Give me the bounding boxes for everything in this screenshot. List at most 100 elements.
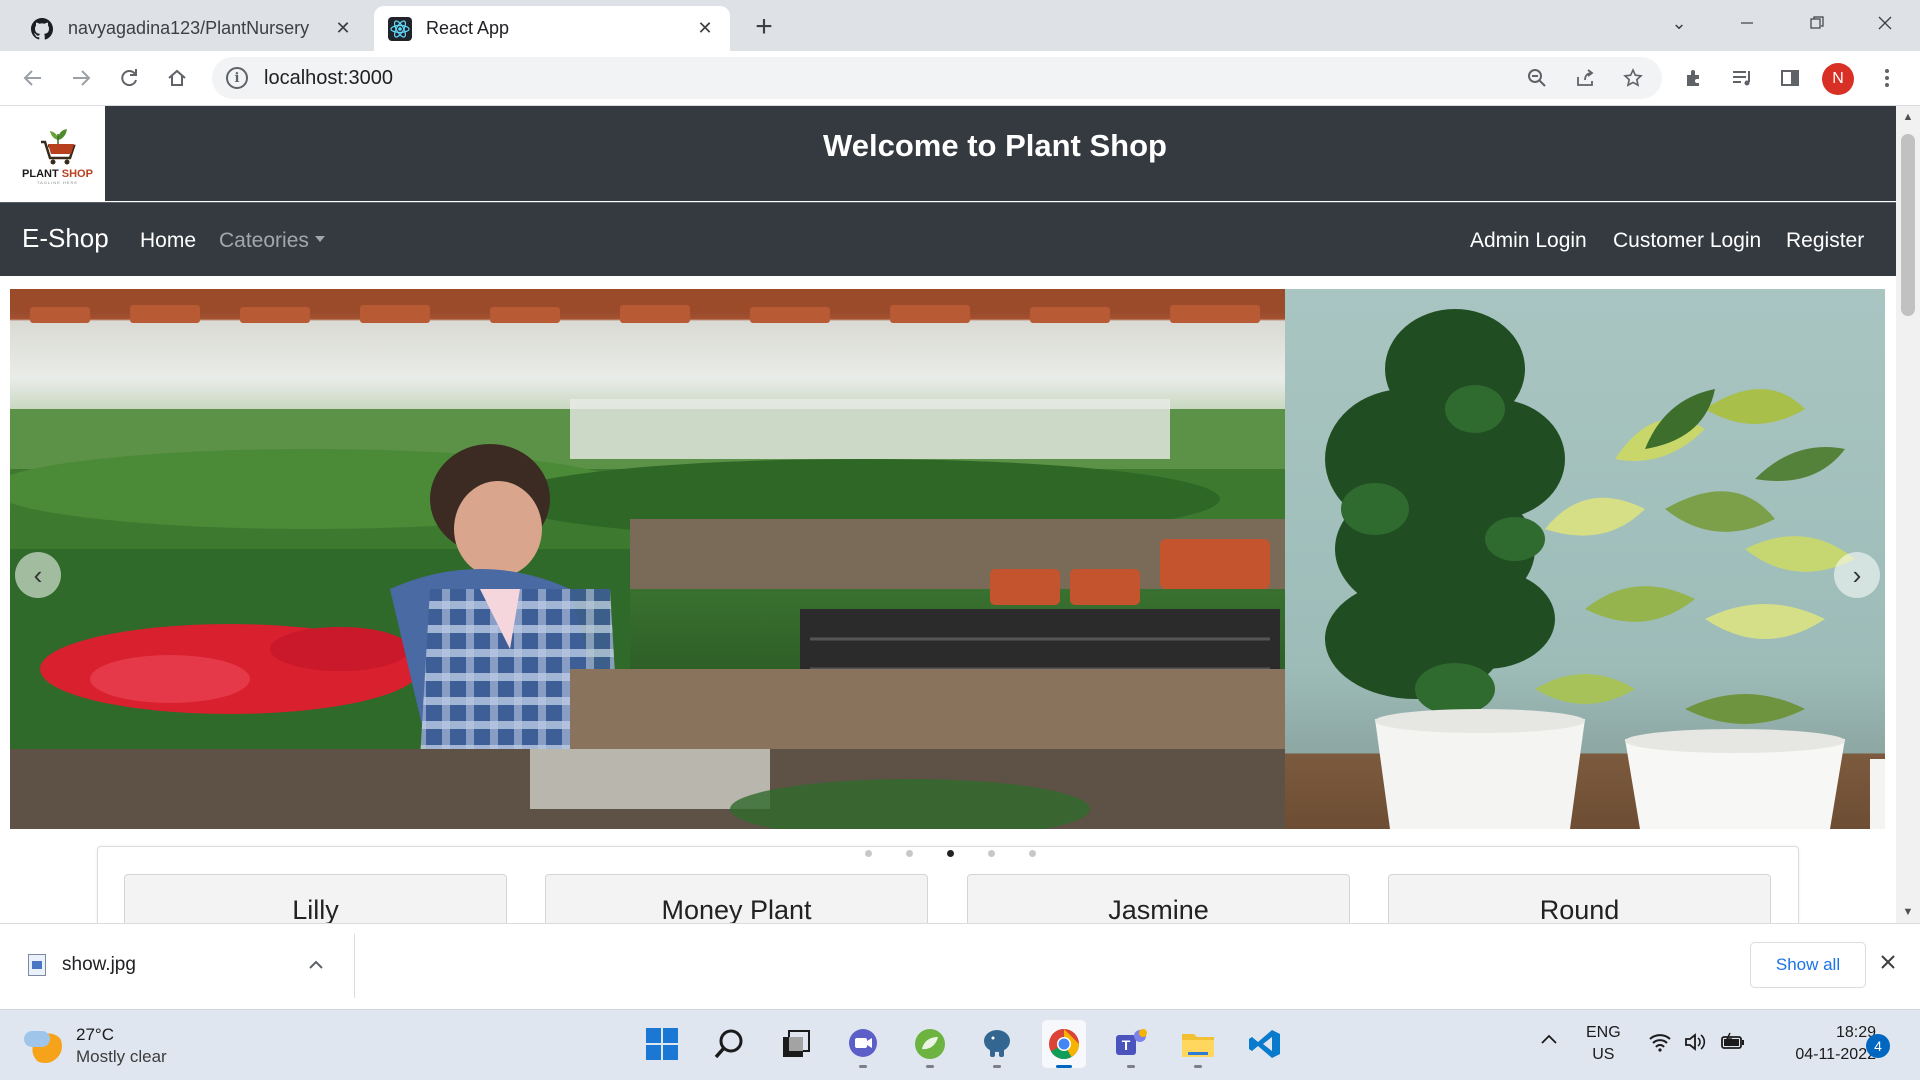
window-close-button[interactable] — [1862, 8, 1908, 38]
tab-react-app[interactable]: React App ✕ — [374, 6, 730, 51]
product-card-money-plant[interactable]: Money Plant — [545, 874, 928, 923]
system-clock[interactable]: 18:29 04-11-2022 — [1766, 1022, 1876, 1066]
folder-icon — [1182, 1034, 1214, 1057]
nav-home-link[interactable]: Home — [140, 229, 196, 253]
show-all-downloads-button[interactable]: Show all — [1750, 942, 1866, 988]
teams-button[interactable]: T — [1109, 1020, 1153, 1068]
divider — [354, 934, 355, 998]
file-explorer-button[interactable] — [1176, 1020, 1220, 1068]
home-button[interactable] — [160, 61, 194, 95]
side-panel-icon[interactable] — [1773, 61, 1807, 95]
running-indicator — [1127, 1065, 1135, 1068]
page-title: Welcome to Plant Shop — [823, 128, 1167, 163]
wifi-icon[interactable] — [1648, 1032, 1672, 1057]
site-info-icon[interactable]: i — [226, 67, 248, 89]
react-icon — [388, 16, 412, 41]
new-tab-button[interactable]: + — [748, 12, 780, 44]
carousel-indicator[interactable] — [906, 850, 913, 857]
vscode-icon — [1249, 1030, 1280, 1058]
image-file-icon — [28, 954, 46, 976]
spring-tool-button[interactable] — [908, 1020, 952, 1068]
language-code: ENG — [1586, 1024, 1621, 1041]
chevron-up-icon[interactable] — [308, 954, 324, 975]
battery-charging-icon[interactable] — [1720, 1032, 1746, 1057]
show-hidden-icons-chevron-icon[interactable] — [1540, 1032, 1558, 1050]
reload-button[interactable] — [112, 61, 146, 95]
scroll-down-arrow-icon[interactable]: ▼ — [1896, 901, 1920, 923]
notification-badge[interactable]: 4 — [1866, 1034, 1890, 1058]
teams-icon: T — [1116, 1029, 1147, 1055]
language-indicator[interactable]: ENG US — [1586, 1022, 1621, 1066]
github-icon — [30, 17, 54, 41]
chat-app-button[interactable] — [841, 1020, 885, 1068]
search-icon — [714, 1029, 743, 1059]
search-button[interactable] — [707, 1020, 751, 1068]
tab-label: navyagadina123/PlantNursery — [68, 18, 310, 38]
carousel-indicator[interactable] — [865, 850, 872, 857]
carousel-next-button[interactable]: › — [1834, 552, 1880, 598]
svg-text:T: T — [1122, 1037, 1131, 1053]
tab-github[interactable]: navyagadina123/PlantNursery ✕ — [16, 6, 368, 51]
running-indicator — [1194, 1065, 1202, 1068]
windows-icon — [646, 1028, 678, 1060]
scroll-up-arrow-icon[interactable]: ▲ — [1896, 106, 1920, 128]
weather-widget[interactable]: 27°C Mostly clear — [24, 1024, 167, 1068]
product-card-title: Money Plant — [661, 895, 812, 923]
navbar-brand[interactable]: E-Shop — [22, 223, 109, 254]
chrome-button[interactable] — [1042, 1020, 1086, 1068]
nav-categories-label: Cateories — [219, 229, 309, 252]
carousel-prev-button[interactable]: ‹ — [15, 552, 61, 598]
product-card-lilly[interactable]: Lilly — [124, 874, 507, 923]
image-carousel[interactable]: ‹ › — [10, 289, 1885, 829]
task-view-button[interactable] — [774, 1020, 818, 1068]
windows-taskbar: 27°C Mostly clear T ENG US 18:29 04-11-2… — [0, 1009, 1920, 1080]
extensions-icon[interactable] — [1677, 61, 1711, 95]
minimize-button[interactable] — [1724, 8, 1770, 38]
zoom-icon[interactable] — [1524, 65, 1550, 91]
page-viewport: PLANT SHOP TAGLINE HERE Welcome to Plant… — [0, 106, 1896, 923]
logo-text: PLANT SHOP — [22, 168, 93, 180]
running-indicator — [859, 1065, 867, 1068]
scrollbar-thumb[interactable] — [1901, 134, 1915, 316]
back-button[interactable] — [16, 61, 50, 95]
browser-toolbar: i localhost:3000 — [0, 51, 1920, 106]
close-icon[interactable]: ✕ — [694, 18, 716, 40]
taskbar-apps: T — [640, 1020, 1287, 1068]
weather-condition: Mostly clear — [76, 1047, 167, 1066]
clock-date: 04-11-2022 — [1795, 1046, 1876, 1063]
weather-moon-cloud-icon — [24, 1029, 62, 1063]
restore-button[interactable] — [1794, 8, 1840, 38]
bookmark-star-icon[interactable] — [1620, 65, 1646, 91]
profile-avatar[interactable]: N — [1822, 63, 1854, 95]
nav-register-link[interactable]: Register — [1786, 229, 1864, 253]
weather-temperature: 27°C — [76, 1025, 114, 1044]
download-bar: show.jpg Show all — [0, 923, 1920, 1009]
menu-kebab-icon[interactable] — [1870, 61, 1904, 95]
carousel-indicator[interactable] — [1029, 850, 1036, 857]
logo-tagline: TAGLINE HERE — [36, 180, 79, 185]
volume-icon[interactable] — [1684, 1032, 1708, 1057]
start-button[interactable] — [640, 1020, 684, 1068]
close-download-bar-icon[interactable] — [1880, 950, 1896, 976]
page-scrollbar[interactable]: ▲ ▼ — [1896, 106, 1920, 923]
address-bar[interactable]: i localhost:3000 — [212, 57, 1662, 99]
product-card-jasmine[interactable]: Jasmine — [967, 874, 1350, 923]
product-card-title: Jasmine — [1108, 895, 1209, 923]
carousel-indicator[interactable] — [988, 850, 995, 857]
close-icon[interactable]: ✕ — [332, 18, 354, 40]
nav-customer-login-link[interactable]: Customer Login — [1613, 229, 1761, 253]
task-view-icon — [783, 1030, 810, 1057]
nav-categories-dropdown[interactable]: Cateories — [219, 229, 325, 253]
product-card-round[interactable]: Round — [1388, 874, 1771, 923]
share-icon[interactable] — [1572, 65, 1598, 91]
postgres-button[interactable] — [975, 1020, 1019, 1068]
spring-leaf-icon — [915, 1029, 945, 1059]
forward-button[interactable] — [64, 61, 98, 95]
tab-search-icon[interactable]: ⌄ — [1656, 8, 1702, 38]
running-indicator — [1056, 1065, 1072, 1068]
media-control-icon[interactable] — [1725, 61, 1759, 95]
carousel-indicator-active[interactable] — [947, 850, 954, 857]
download-item[interactable]: show.jpg — [28, 954, 136, 976]
nav-admin-login-link[interactable]: Admin Login — [1470, 229, 1587, 253]
vscode-button[interactable] — [1243, 1020, 1287, 1068]
